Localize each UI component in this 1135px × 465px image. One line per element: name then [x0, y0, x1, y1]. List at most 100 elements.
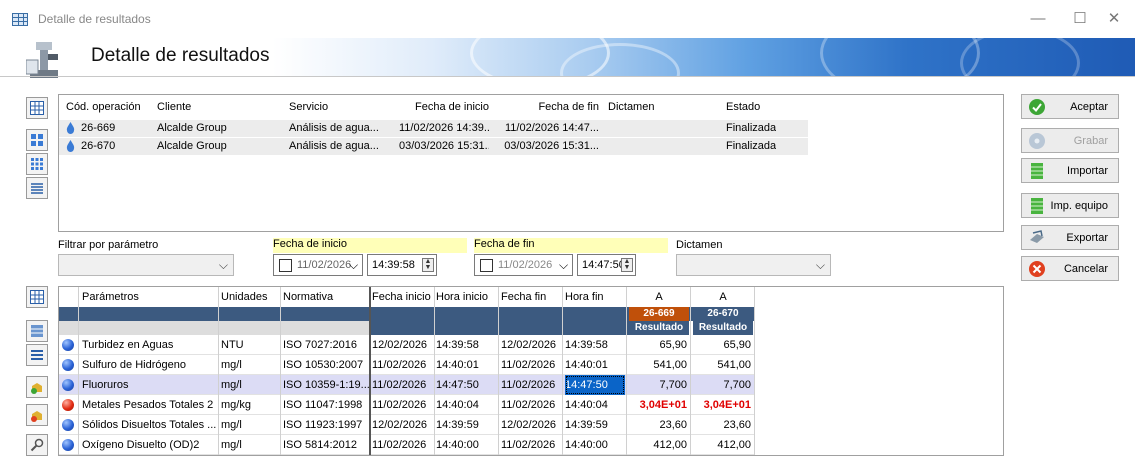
column-header[interactable]: Fecha fin: [501, 287, 561, 307]
export-button[interactable]: Exportar: [1021, 225, 1119, 250]
cell-v2[interactable]: 541,00: [693, 355, 751, 375]
small-icons-button[interactable]: [26, 153, 48, 175]
cell-parameter[interactable]: Sulfuro de Hidrógeno: [82, 355, 217, 375]
cell-start-date[interactable]: 11/02/2026: [372, 395, 434, 415]
cell-units[interactable]: mg/l: [221, 375, 279, 395]
column-header[interactable]: A: [693, 287, 753, 307]
cell-units[interactable]: mg/kg: [221, 395, 279, 415]
cell-start-time[interactable]: 14:40:01: [436, 355, 496, 375]
cell-units[interactable]: NTU: [221, 335, 279, 355]
cell-end-time[interactable]: 14:40:04: [565, 395, 625, 415]
parameter-filter-select[interactable]: ⌵: [58, 254, 234, 276]
import-button[interactable]: Importar: [1021, 158, 1119, 183]
cell-parameter[interactable]: Oxígeno Disuelto (OD)2: [82, 435, 217, 455]
expand-rows-button[interactable]: [26, 344, 48, 366]
verdict-filter-select[interactable]: ⌵: [676, 254, 831, 276]
cell-end-date[interactable]: 12/02/2026: [501, 335, 561, 355]
column-header[interactable]: Dictamen: [608, 99, 654, 116]
result-row[interactable]: Fluoruros mg/l ISO 10359-1:19... 11/02/2026…: [59, 375, 754, 395]
cell-start-time[interactable]: 14:39:58: [436, 335, 496, 355]
cell-end-time[interactable]: 14:40:01: [565, 355, 625, 375]
column-header[interactable]: Fecha de fin: [499, 99, 599, 116]
collapse-rows-button[interactable]: [26, 320, 48, 342]
grid-view-button[interactable]: [26, 97, 48, 119]
cell-end-date[interactable]: 12/02/2026: [501, 415, 561, 435]
import-equipment-button[interactable]: Imp. equipo: [1021, 193, 1119, 218]
cell-standard[interactable]: ISO 10530:2007: [283, 355, 369, 375]
cell-v1[interactable]: 65,90: [629, 335, 687, 355]
cell-start-date[interactable]: 11/02/2026: [372, 375, 434, 395]
cell-end-time[interactable]: 14:39:59: [565, 415, 625, 435]
operation-row[interactable]: 26-670 Alcalde Group Análisis de agua...…: [59, 138, 808, 155]
start-time-field[interactable]: 14:39:58 ▲ ▼: [367, 254, 437, 276]
operation-row[interactable]: 26-669 Alcalde Group Análisis de agua...…: [59, 120, 808, 137]
column-header[interactable]: Servicio: [289, 99, 328, 116]
column-header[interactable]: Fecha de inicio: [399, 99, 489, 116]
column-header[interactable]: Unidades: [221, 287, 279, 307]
large-icons-button[interactable]: [26, 129, 48, 151]
cell-start-time[interactable]: 14:39:59: [436, 415, 496, 435]
add-parameter-button[interactable]: [26, 376, 48, 398]
result-row[interactable]: Sulfuro de Hidrógeno mg/l ISO 10530:2007 11…: [59, 355, 754, 375]
cell-end-time[interactable]: 14:39:58: [565, 335, 625, 355]
cell-units[interactable]: mg/l: [221, 415, 279, 435]
results-grid-view-button[interactable]: [26, 286, 48, 308]
minimize-button[interactable]: —: [1016, 6, 1060, 32]
cell-standard[interactable]: ISO 10359-1:19...: [283, 375, 369, 395]
operations-list[interactable]: Cód. operación Cliente Servicio Fecha de…: [58, 94, 1004, 232]
result-row[interactable]: Oxígeno Disuelto (OD)2 mg/l ISO 5814:2012 1…: [59, 435, 754, 455]
cell-standard[interactable]: ISO 11047:1998: [283, 395, 369, 415]
cell-v2[interactable]: 7,700: [693, 375, 751, 395]
cell-parameter[interactable]: Metales Pesados Totales 2: [82, 395, 217, 415]
cell-start-date[interactable]: 11/02/2026: [372, 435, 434, 455]
cell-v2[interactable]: 412,00: [693, 435, 751, 455]
column-header[interactable]: Cliente: [157, 99, 191, 116]
accept-button[interactable]: Aceptar: [1021, 94, 1119, 119]
cell-v1[interactable]: 3,04E+01: [629, 395, 687, 415]
cell-v2[interactable]: 65,90: [693, 335, 751, 355]
cell-end-date[interactable]: 11/02/2026: [501, 395, 561, 415]
result-row[interactable]: Sólidos Disueltos Totales ... mg/l ISO 119…: [59, 415, 754, 435]
cell-start-time[interactable]: 14:47:50: [436, 375, 496, 395]
end-time-field[interactable]: 14:47:50 ▲ ▼: [577, 254, 636, 276]
cell-v1[interactable]: 23,60: [629, 415, 687, 435]
column-header[interactable]: Estado: [726, 99, 760, 116]
cell-parameter[interactable]: Fluoruros: [82, 375, 217, 395]
cell-start-time[interactable]: 14:40:00: [436, 435, 496, 455]
results-grid[interactable]: Parámetros Unidades Normativa Fecha inic…: [58, 286, 1004, 456]
cell-v1[interactable]: 412,00: [629, 435, 687, 455]
time-spinner-icon[interactable]: ▲ ▼: [422, 258, 434, 272]
column-header[interactable]: A: [629, 287, 689, 307]
cell-parameter[interactable]: Turbidez en Aguas: [82, 335, 217, 355]
column-header[interactable]: Hora inicio: [436, 287, 496, 307]
cancel-button[interactable]: Cancelar: [1021, 256, 1119, 281]
column-header[interactable]: Cód. operación: [66, 99, 141, 116]
cell-end-date[interactable]: 11/02/2026: [501, 375, 561, 395]
cell-standard[interactable]: ISO 5814:2012: [283, 435, 369, 455]
cell-v2[interactable]: 23,60: [693, 415, 751, 435]
cell-units[interactable]: mg/l: [221, 355, 279, 375]
cell-end-time[interactable]: 14:40:00: [565, 435, 625, 455]
end-date-checkbox[interactable]: [480, 259, 493, 272]
start-date-checkbox[interactable]: [279, 259, 292, 272]
end-date-picker[interactable]: 11/02/2026 ⌵: [474, 254, 573, 276]
save-button[interactable]: Grabar: [1021, 128, 1119, 153]
cell-end-time[interactable]: 14:47:50: [565, 375, 625, 395]
column-header[interactable]: Parámetros: [82, 287, 217, 307]
remove-parameter-button[interactable]: [26, 404, 48, 426]
cell-start-date[interactable]: 11/02/2026: [372, 355, 434, 375]
cell-start-date[interactable]: 12/02/2026: [372, 335, 434, 355]
cell-standard[interactable]: ISO 11923:1997: [283, 415, 369, 435]
cell-v1[interactable]: 541,00: [629, 355, 687, 375]
cell-units[interactable]: mg/l: [221, 435, 279, 455]
result-row[interactable]: Turbidez en Aguas NTU ISO 7027:2016 12/02/2…: [59, 335, 754, 355]
column-header[interactable]: Fecha inicio: [372, 287, 434, 307]
column-header[interactable]: Normativa: [283, 287, 369, 307]
cell-start-date[interactable]: 12/02/2026: [372, 415, 434, 435]
start-date-picker[interactable]: 11/02/2026 ⌵: [273, 254, 363, 276]
search-button[interactable]: [26, 434, 48, 456]
close-button[interactable]: ✕: [1092, 6, 1135, 32]
cell-parameter[interactable]: Sólidos Disueltos Totales ...: [82, 415, 217, 435]
time-spinner-icon[interactable]: ▲ ▼: [621, 258, 633, 272]
list-view-button[interactable]: [26, 177, 48, 199]
